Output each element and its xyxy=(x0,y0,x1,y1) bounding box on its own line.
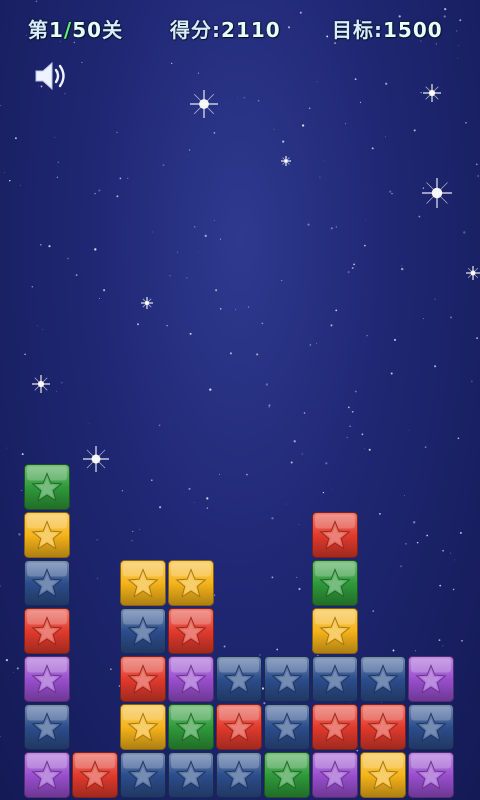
tile-red[interactable] xyxy=(312,704,358,750)
star-icon xyxy=(312,560,358,606)
tile-blue[interactable] xyxy=(216,656,262,702)
star-icon xyxy=(312,752,358,798)
star-icon xyxy=(120,608,166,654)
star-icon xyxy=(408,704,454,750)
tile-red[interactable] xyxy=(24,608,70,654)
tile-yellow[interactable] xyxy=(24,512,70,558)
star-icon xyxy=(264,656,310,702)
tile-yellow[interactable] xyxy=(120,560,166,606)
star-icon xyxy=(408,752,454,798)
tile-blue[interactable] xyxy=(216,752,262,798)
tile-purple[interactable] xyxy=(408,752,454,798)
star-icon xyxy=(120,656,166,702)
tile-green[interactable] xyxy=(312,560,358,606)
tile-purple[interactable] xyxy=(24,752,70,798)
tile-purple[interactable] xyxy=(168,656,214,702)
tile-blue[interactable] xyxy=(360,656,406,702)
star-icon xyxy=(312,704,358,750)
tile-red[interactable] xyxy=(72,752,118,798)
star-icon xyxy=(72,752,118,798)
tile-yellow[interactable] xyxy=(360,752,406,798)
star-icon xyxy=(120,704,166,750)
star-icon xyxy=(408,656,454,702)
tile-blue[interactable] xyxy=(264,704,310,750)
star-icon xyxy=(168,608,214,654)
tile-yellow[interactable] xyxy=(168,560,214,606)
star-icon xyxy=(168,704,214,750)
tile-blue[interactable] xyxy=(24,560,70,606)
tile-blue[interactable] xyxy=(24,704,70,750)
tile-red[interactable] xyxy=(168,608,214,654)
tile-green[interactable] xyxy=(168,704,214,750)
tile-yellow[interactable] xyxy=(120,704,166,750)
star-icon xyxy=(264,752,310,798)
tile-green[interactable] xyxy=(24,464,70,510)
star-icon xyxy=(216,656,262,702)
star-icon xyxy=(264,704,310,750)
tile-yellow[interactable] xyxy=(312,608,358,654)
tile-red[interactable] xyxy=(360,704,406,750)
star-icon xyxy=(360,704,406,750)
tile-red[interactable] xyxy=(120,656,166,702)
star-icon xyxy=(168,752,214,798)
star-icon xyxy=(216,752,262,798)
tile-red[interactable] xyxy=(312,512,358,558)
star-icon xyxy=(360,656,406,702)
star-icon xyxy=(24,656,70,702)
tile-blue[interactable] xyxy=(264,656,310,702)
tile-red[interactable] xyxy=(216,704,262,750)
star-icon xyxy=(24,704,70,750)
star-icon xyxy=(312,656,358,702)
star-icon xyxy=(24,560,70,606)
star-icon xyxy=(120,560,166,606)
star-icon xyxy=(24,608,70,654)
star-icon xyxy=(24,512,70,558)
tile-blue[interactable] xyxy=(120,608,166,654)
star-icon xyxy=(24,464,70,510)
tile-blue[interactable] xyxy=(120,752,166,798)
tile-purple[interactable] xyxy=(24,656,70,702)
tile-purple[interactable] xyxy=(408,656,454,702)
star-icon xyxy=(312,512,358,558)
star-icon xyxy=(168,560,214,606)
star-icon xyxy=(312,608,358,654)
star-icon xyxy=(216,704,262,750)
game-board xyxy=(0,0,480,800)
star-icon xyxy=(120,752,166,798)
tile-purple[interactable] xyxy=(312,752,358,798)
tile-blue[interactable] xyxy=(408,704,454,750)
tile-blue[interactable] xyxy=(168,752,214,798)
tile-green[interactable] xyxy=(264,752,310,798)
tile-blue[interactable] xyxy=(312,656,358,702)
star-icon xyxy=(168,656,214,702)
star-icon xyxy=(360,752,406,798)
star-icon xyxy=(24,752,70,798)
